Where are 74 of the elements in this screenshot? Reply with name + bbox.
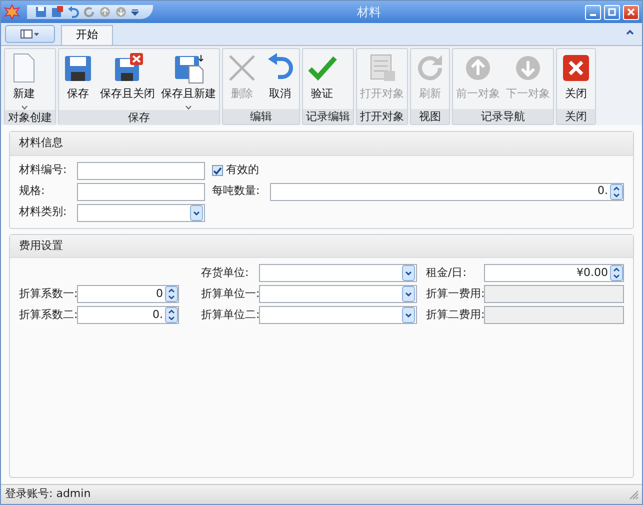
redo-icon[interactable] [83, 6, 95, 18]
ribbon-button[interactable]: 保存 [59, 49, 97, 110]
dropdown-icon[interactable] [402, 265, 415, 281]
input-field[interactable] [77, 162, 205, 180]
status-text: 登录账号: admin [5, 486, 91, 502]
spin-field[interactable]: 0. [77, 306, 179, 324]
app-logo-icon[interactable] [4, 4, 20, 20]
caret-icon [185, 104, 192, 110]
ribbon-tab[interactable]: 开始 [61, 25, 113, 45]
group-label: 记录导航 [453, 109, 553, 124]
down-arrow-icon[interactable] [115, 6, 127, 18]
floppy-delete-icon[interactable] [51, 6, 63, 18]
field-label: 材料编号: [19, 162, 68, 178]
group-label: 编辑 [223, 109, 299, 124]
up-arrow-icon[interactable] [99, 6, 111, 18]
spin-arrows-icon[interactable] [610, 184, 623, 200]
floppy-document-icon [172, 52, 204, 84]
spin-field[interactable]: 0. [270, 182, 624, 200]
ribbon-button[interactable]: 保存且新建 [158, 49, 219, 110]
maximize-button[interactable] [604, 4, 620, 20]
field-label: 规格: [19, 183, 46, 200]
collapse-icon[interactable] [626, 29, 634, 35]
spin-arrows-icon[interactable] [610, 265, 623, 281]
field-label: 折算系数二: [19, 306, 77, 323]
field-label: 租金/日: [426, 264, 468, 281]
close-icon [627, 8, 635, 16]
menu-icon [20, 29, 40, 39]
ribbon-button[interactable]: 新建 [5, 49, 43, 110]
window-title: 材料 [356, 4, 382, 21]
maximize-icon [608, 8, 616, 16]
minimize-button[interactable] [585, 4, 601, 20]
resize-grip-icon[interactable] [629, 490, 639, 500]
dropdown-icon[interactable] [402, 307, 415, 323]
ribbon-button[interactable]: 保存且关闭 [97, 49, 158, 110]
undo-arrow-icon[interactable] [67, 6, 79, 18]
checkmark-icon [213, 166, 222, 175]
field-value: 0. [596, 183, 609, 200]
group-label: 对象创建 [5, 110, 55, 124]
spin-field[interactable]: 0 [77, 285, 179, 303]
dropdown-icon[interactable] [402, 286, 415, 302]
field-label: 每吨数量: [212, 183, 261, 200]
dropdown-icon[interactable] [190, 204, 203, 220]
field-label: 折算单位一: [201, 286, 259, 302]
ribbon-button[interactable]: 验证 [303, 49, 341, 109]
caret-icon [20, 104, 28, 110]
checkbox-label: 有效的 [226, 162, 259, 178]
section-title: 材料信息 [10, 132, 633, 156]
close-button[interactable] [623, 4, 639, 20]
checkbox[interactable] [212, 165, 223, 176]
field-label: 材料类别: [19, 204, 68, 220]
ribbon-button[interactable]: 关闭 [557, 49, 595, 109]
floppy-icon[interactable] [35, 6, 47, 18]
input-field[interactable] [77, 182, 205, 200]
field-label: 折算二费用: [426, 306, 484, 323]
field-label: 折算一费用: [426, 286, 484, 302]
ribbon-button[interactable]: 取消 [261, 49, 299, 109]
spin-arrows-icon[interactable] [165, 307, 178, 323]
field-value: 0 [155, 286, 164, 302]
section-title: 费用设置 [10, 234, 633, 258]
group-label: 打开对象 [357, 109, 407, 124]
dropdown-icon[interactable] [131, 8, 139, 16]
spin-arrows-icon[interactable] [165, 286, 178, 302]
group-label: 记录编辑 [303, 109, 353, 124]
app-menu-button[interactable] [5, 25, 55, 43]
field-label: 折算单位二: [201, 306, 259, 323]
field-label: 存货单位: [201, 264, 250, 281]
group-label: 保存 [59, 110, 219, 124]
group-label: 视图 [411, 109, 449, 124]
group-label: 关闭 [557, 109, 595, 124]
field-value: 0. [152, 306, 164, 323]
close-icon [560, 52, 592, 84]
spin-field[interactable]: ¥0.00 [484, 264, 624, 282]
field-label: 折算系数一: [19, 286, 77, 302]
field-value: ¥0.00 [576, 264, 609, 281]
